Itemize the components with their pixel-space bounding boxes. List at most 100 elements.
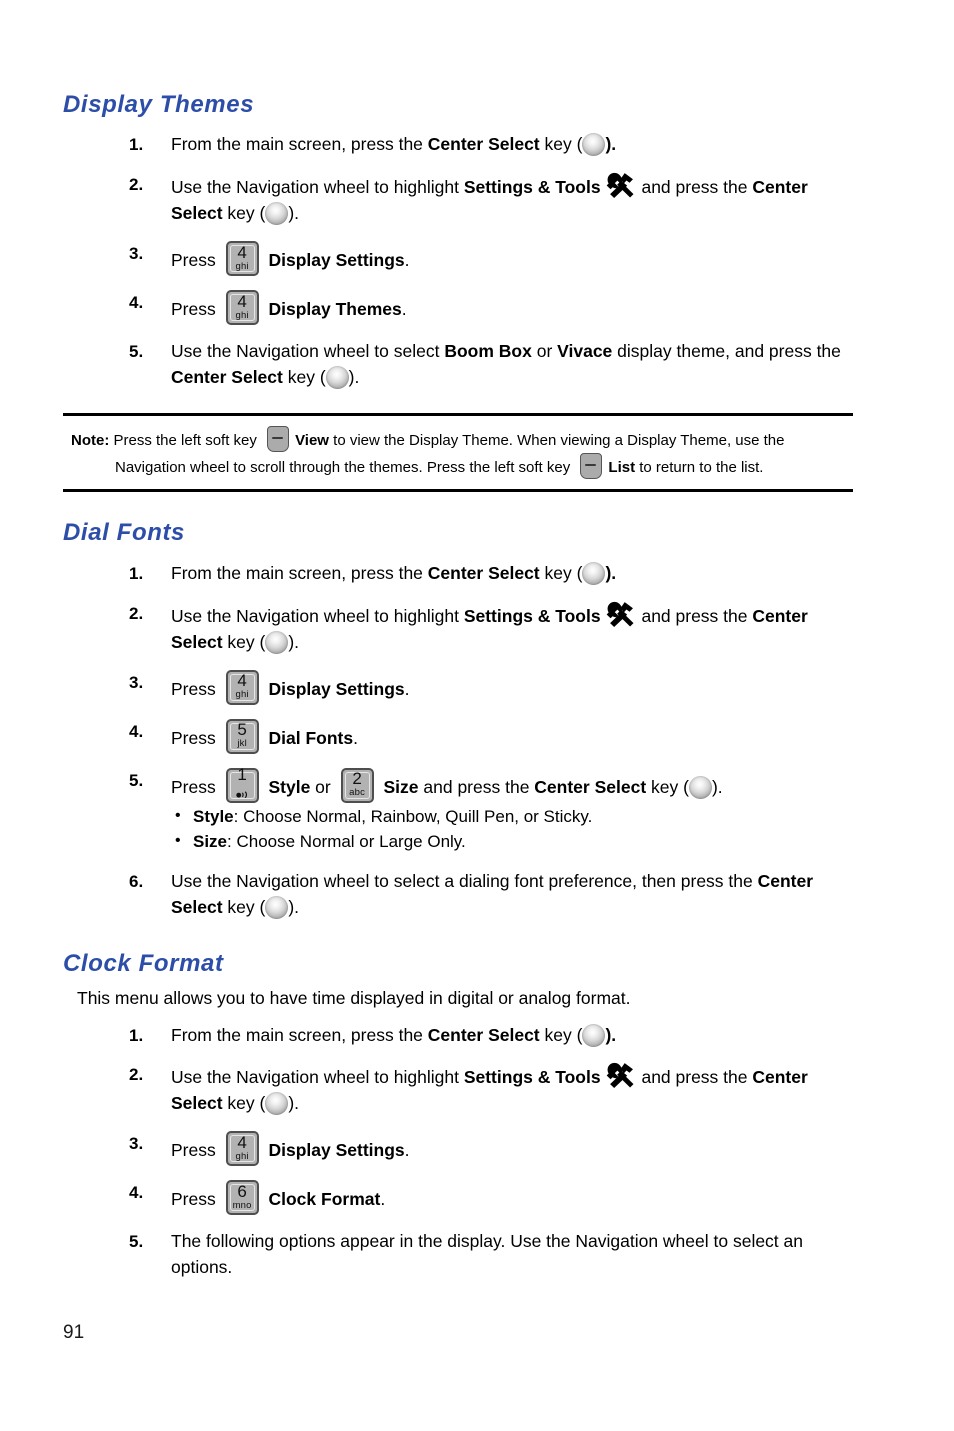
step-item: 4. Press 4 ghi Display Themes. xyxy=(63,290,853,326)
step-number: 1. xyxy=(129,135,144,155)
bold-text-run: ). xyxy=(605,134,617,155)
bold-text-run: Vivace xyxy=(557,341,613,362)
page-content: Display Themes 1. From the main screen, pr… xyxy=(63,91,853,1281)
step-number: 4. xyxy=(129,293,144,313)
bold-text-run: Boom Box xyxy=(444,341,532,362)
bold-text-run: Display Settings xyxy=(268,1140,405,1161)
bold-text-run: ). xyxy=(605,1024,617,1045)
keypad-key-letters: ghi xyxy=(235,309,249,321)
text-run: key ( xyxy=(222,896,266,917)
keypad-key-digit: 4 xyxy=(237,1133,247,1153)
voicemail-icon xyxy=(235,784,250,802)
keypad-key-letters: ghi xyxy=(235,689,249,701)
text-run: key ( xyxy=(222,203,266,224)
center-select-key-icon xyxy=(265,630,289,654)
center-select-key-icon xyxy=(582,561,606,585)
text-run: . xyxy=(404,1140,410,1161)
section-heading-clock-format: Clock Format xyxy=(63,949,224,977)
text-run: . xyxy=(404,250,410,271)
hammer-wrench-icon xyxy=(605,172,635,199)
keypad-key-digit: 4 xyxy=(237,671,247,691)
keypad-key-2-icon: 2 abc xyxy=(340,767,374,803)
step-text: From the main screen, press the Center S… xyxy=(171,133,617,157)
bold-text-run: Style xyxy=(268,776,311,797)
keypad-key-4-icon: 4 ghi xyxy=(225,1131,259,1167)
text-run: From the main screen, press the xyxy=(171,562,428,583)
text-run: and press the xyxy=(636,605,753,626)
step-text: Press 1 Style or 2 abc Size and press the… xyxy=(171,767,723,803)
left-soft-key-icon xyxy=(267,425,290,452)
bold-text-run: Size xyxy=(383,776,419,797)
step-text: Use the Navigation wheel to highlight Se… xyxy=(171,173,808,226)
step-text: From the main screen, press the Center S… xyxy=(171,561,617,585)
section-intro-clock-format: This menu allows you to have time displa… xyxy=(77,987,631,1008)
step-item: 2. Use the Navigation wheel to highlight … xyxy=(63,1062,853,1117)
text-run: and press the xyxy=(636,1067,753,1088)
text-run: key ( xyxy=(646,776,689,797)
keypad-key-digit: 6 xyxy=(237,1182,247,1202)
keypad-key-digit: 5 xyxy=(237,720,247,740)
step-text: Use the Navigation wheel to highlight Se… xyxy=(171,601,808,654)
text-run: key ( xyxy=(539,134,583,155)
keypad-key-digit: 4 xyxy=(237,243,247,262)
sub-list-item: Style: Choose Normal, Rainbow, Quill Pen… xyxy=(171,804,853,830)
keypad-key-letters: ghi xyxy=(235,1150,249,1162)
keypad-key-5-icon: 5 jkl xyxy=(225,718,259,754)
step-text: Press 4 ghi Display Themes. xyxy=(171,290,407,326)
document-page: Display Themes 1. From the main screen, pr… xyxy=(0,0,954,1431)
bold-text-run: Settings & Tools xyxy=(463,1067,601,1088)
note-text: Note: Press the left soft key View to vi… xyxy=(71,425,853,480)
keypad-key-4-icon: 4 ghi xyxy=(225,290,259,326)
step-number: 2. xyxy=(129,175,144,195)
step-list-display-themes: 1. From the main screen, press the Center… xyxy=(63,132,853,390)
bold-text-run: List xyxy=(608,458,636,476)
text-run: Press xyxy=(171,299,221,320)
step-text: The following options appear in the disp… xyxy=(171,1231,803,1277)
center-select-key-icon xyxy=(265,202,289,226)
hammer-wrench-icon xyxy=(605,601,635,628)
text-run: : Choose Normal, Rainbow, Quill Pen, or … xyxy=(233,806,593,826)
text-run: ). xyxy=(288,631,300,652)
bold-text-run: ). xyxy=(605,562,617,583)
keypad-key-1-icon: 1 xyxy=(225,767,259,803)
step-text: Press 4 ghi Display Settings. xyxy=(171,1131,410,1167)
keypad-key-4-icon: 4 ghi xyxy=(225,241,259,277)
sub-list-item: Size: Choose Normal or Large Only. xyxy=(171,829,853,855)
text-run: Use the Navigation wheel to highlight xyxy=(171,605,464,626)
note-label: Note: xyxy=(71,431,110,449)
step-number: 1. xyxy=(129,563,144,583)
step-text: Use the Navigation wheel to highlight Se… xyxy=(171,1063,808,1116)
text-run: Press xyxy=(171,727,221,748)
step-item: 4. Press 6 mno Clock Format. xyxy=(63,1180,853,1216)
bold-text-run: Dial Fonts xyxy=(268,727,354,748)
text-run: Press the left soft key xyxy=(109,431,262,449)
section-heading-display-themes: Display Themes xyxy=(63,91,255,118)
text-run: : Choose Normal or Large Only. xyxy=(227,832,466,852)
step-item: 6. Use the Navigation wheel to select a d… xyxy=(63,869,853,921)
text-run: . xyxy=(401,299,407,320)
note-body: Note: Press the left soft key View to vi… xyxy=(63,416,853,490)
text-run: Press xyxy=(171,1189,221,1210)
page-number: 91 xyxy=(63,1322,85,1343)
step-item: 5. Press 1 Style or 2 abc Size and press t… xyxy=(63,767,853,855)
step-item: 5. The following options appear in the di… xyxy=(63,1229,853,1281)
text-run: Use the Navigation wheel to select a dia… xyxy=(171,870,758,891)
text-run: ). xyxy=(288,1093,300,1114)
text-run: ). xyxy=(288,203,300,224)
text-run: . xyxy=(353,727,358,748)
step-item: 4. Press 5 jkl Dial Fonts. xyxy=(63,718,853,754)
step-number: 4. xyxy=(129,1183,144,1203)
text-run: or xyxy=(531,341,558,362)
step-text: Press 4 ghi Display Settings. xyxy=(171,669,410,705)
text-run: Press xyxy=(171,776,221,797)
step-text: Use the Navigation wheel to select Boom … xyxy=(171,341,841,389)
step-number: 5. xyxy=(129,770,144,790)
text-run: key ( xyxy=(282,366,326,387)
center-select-key-icon xyxy=(265,1092,289,1116)
section-heading-dial-fonts: Dial Fonts xyxy=(63,519,186,547)
step-number: 3. xyxy=(129,1134,144,1154)
text-run: ). xyxy=(288,896,300,917)
text-run: or xyxy=(310,776,336,797)
text-run: and press the xyxy=(636,177,753,198)
bold-text-run: Clock Format xyxy=(268,1189,381,1210)
